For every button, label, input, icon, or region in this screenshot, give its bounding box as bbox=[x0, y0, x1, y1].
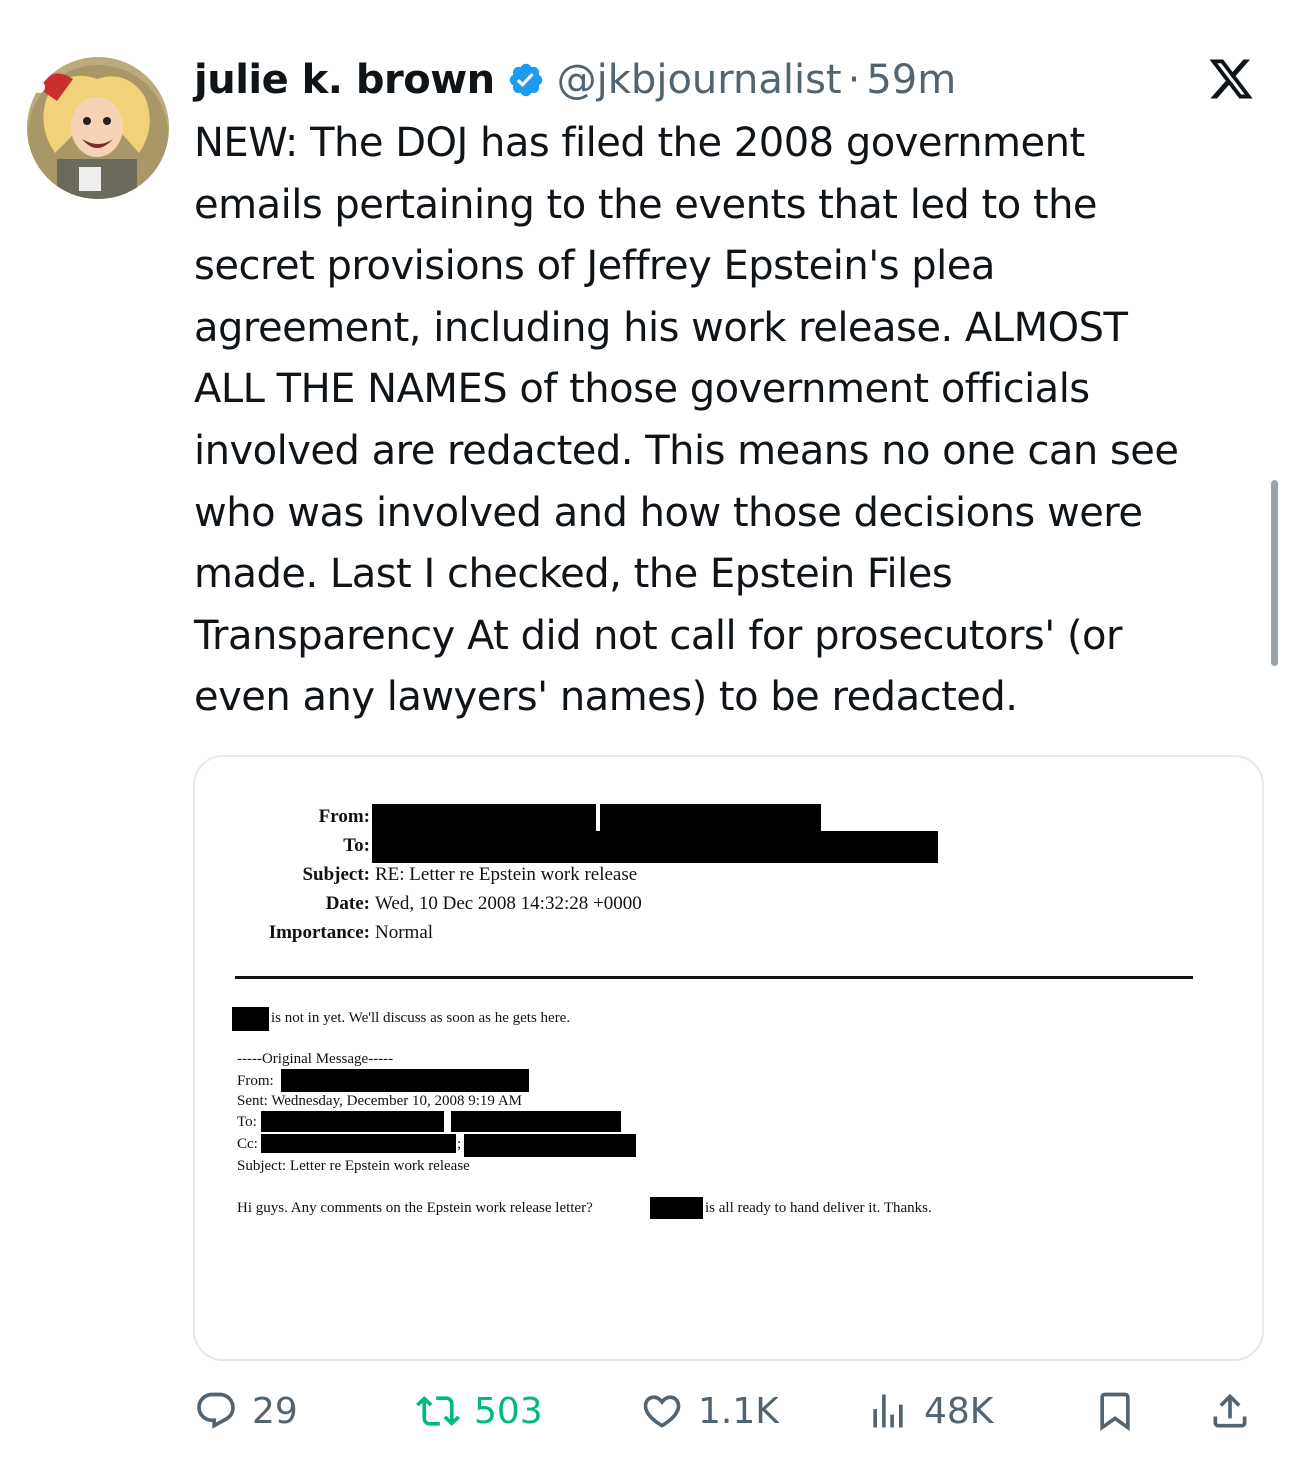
doc-date-value: Wed, 10 Dec 2008 14:32:28 +0000 bbox=[375, 893, 642, 914]
doc-importance-label: Importance: bbox=[268, 922, 370, 943]
tweet-timestamp[interactable]: 59m bbox=[866, 57, 956, 103]
separator-dot: · bbox=[847, 57, 861, 103]
retweet-count: 503 bbox=[474, 1390, 543, 1432]
doc-importance-row: Importance: Normal bbox=[195, 919, 433, 947]
doc-subject-label: Subject: bbox=[302, 864, 370, 885]
x-logo-icon[interactable] bbox=[1205, 55, 1257, 103]
reply-button[interactable]: 29 bbox=[194, 1384, 298, 1438]
attached-image[interactable]: From: To: Subject: RE: Letter re Epstein… bbox=[193, 755, 1264, 1361]
redaction-bar bbox=[372, 804, 596, 832]
bookmark-icon bbox=[1100, 1392, 1130, 1432]
doc-body-line: is not in yet. We'll discuss as soon as … bbox=[271, 1010, 571, 1026]
redaction-bar bbox=[451, 1111, 621, 1132]
retweet-button[interactable]: 503 bbox=[416, 1384, 543, 1438]
share-button[interactable] bbox=[1208, 1384, 1252, 1438]
doc-divider bbox=[235, 976, 1193, 979]
redaction-bar bbox=[281, 1069, 529, 1092]
redaction-bar bbox=[261, 1111, 444, 1132]
doc-date-label: Date: bbox=[325, 893, 370, 914]
doc-date-row: Date: Wed, 10 Dec 2008 14:32:28 +0000 bbox=[195, 890, 642, 918]
doc-closing-before: Hi guys. Any comments on the Epstein wor… bbox=[237, 1200, 593, 1216]
redaction-bar bbox=[372, 831, 938, 863]
doc-orig-subject: Subject: Letter re Epstein work release bbox=[237, 1158, 470, 1174]
redaction-bar bbox=[650, 1197, 703, 1219]
bookmark-button[interactable] bbox=[1093, 1384, 1137, 1438]
author-handle[interactable]: @jkbjournalist bbox=[557, 57, 842, 103]
reply-count: 29 bbox=[252, 1390, 298, 1432]
share-icon bbox=[1213, 1393, 1247, 1428]
reply-icon bbox=[197, 1392, 235, 1429]
doc-orig-cc: Cc: bbox=[237, 1136, 258, 1152]
author-name[interactable]: julie k. brown bbox=[194, 57, 495, 103]
views-count: 48K bbox=[924, 1390, 994, 1432]
redaction-bar bbox=[464, 1134, 636, 1157]
doc-subject-value: RE: Letter re Epstein work release bbox=[375, 864, 638, 885]
views-chart-icon bbox=[873, 1394, 903, 1428]
like-button[interactable]: 1.1K bbox=[640, 1384, 779, 1438]
redaction-bar bbox=[261, 1134, 456, 1153]
doc-orig-to: To: bbox=[237, 1114, 257, 1130]
views-button[interactable]: 48K bbox=[866, 1384, 993, 1438]
redaction-bar bbox=[600, 804, 821, 832]
tweet-text: NEW: The DOJ has filed the 2008 governme… bbox=[194, 120, 1179, 721]
doc-orig-sent: Sent: Wednesday, December 10, 2008 9:19 … bbox=[237, 1093, 522, 1109]
doc-from-row: From: bbox=[195, 803, 370, 831]
redaction-bar bbox=[232, 1007, 269, 1031]
avatar[interactable] bbox=[27, 57, 169, 199]
retweet-icon bbox=[416, 1396, 460, 1426]
doc-closing-after: is all ready to hand deliver it. Thanks. bbox=[705, 1200, 932, 1216]
scrollbar[interactable] bbox=[1271, 480, 1278, 666]
heart-icon bbox=[643, 1395, 681, 1428]
like-count: 1.1K bbox=[698, 1390, 779, 1432]
doc-from-label: From: bbox=[318, 806, 370, 827]
doc-orig-semicolon: ; bbox=[457, 1136, 462, 1152]
redacted-email-document: From: To: Subject: RE: Letter re Epstein… bbox=[195, 757, 1262, 1359]
verified-badge-icon bbox=[507, 61, 545, 99]
tweet-header: julie k. brown @jkbjournalist · 59m bbox=[194, 52, 956, 108]
tweet-action-bar: 29 503 1.1K 48K bbox=[0, 1384, 1290, 1438]
doc-subject-row: Subject: RE: Letter re Epstein work rele… bbox=[195, 861, 637, 889]
doc-original-message-label: -----Original Message----- bbox=[237, 1051, 394, 1067]
doc-importance-value: Normal bbox=[375, 922, 434, 943]
doc-orig-from: From: bbox=[237, 1073, 274, 1089]
doc-to-label: To: bbox=[343, 835, 370, 856]
doc-to-row: To: bbox=[195, 832, 370, 860]
